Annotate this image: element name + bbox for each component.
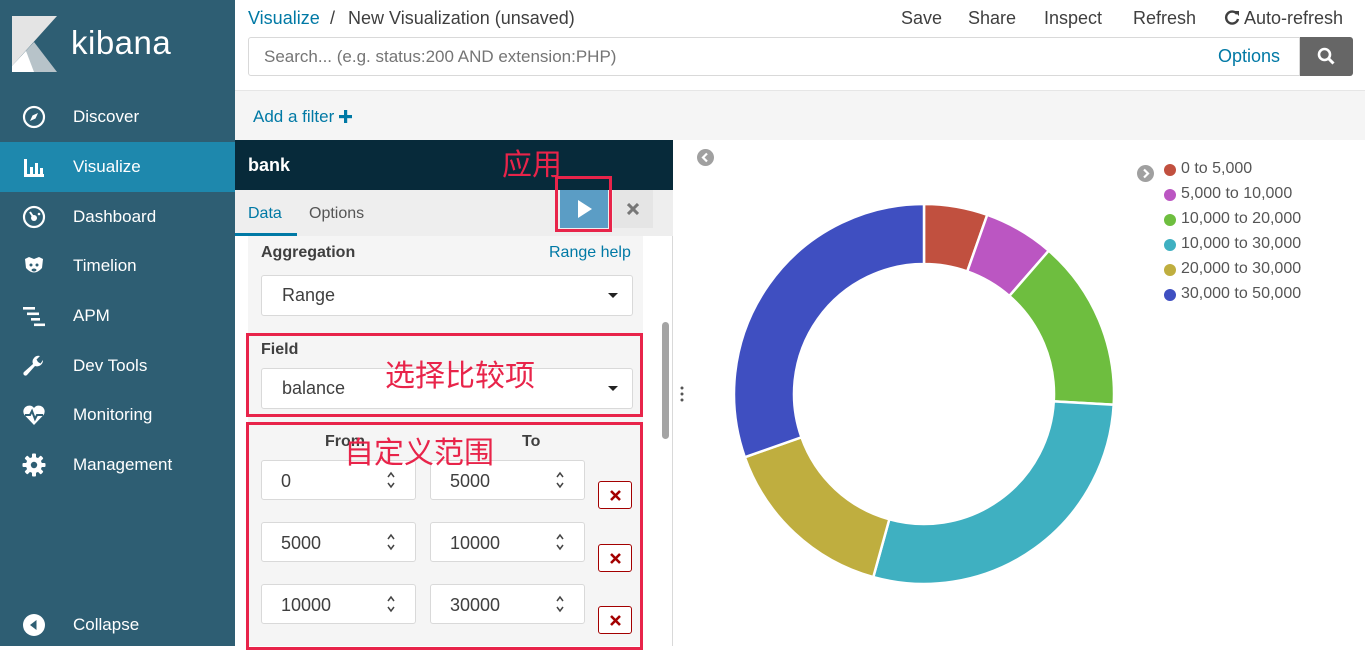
refresh-button[interactable]: Refresh [1133,8,1196,29]
close-icon [627,203,639,215]
auto-refresh-label: Auto-refresh [1244,8,1344,28]
legend-swatch [1164,239,1176,251]
clock-refresh-icon [1225,10,1240,25]
apply-annotation-box [555,176,612,232]
field-annotation-text: 选择比较项 [385,359,535,394]
heartbeat-icon [23,405,45,425]
sidebar-item-label: Timelion [73,256,137,275]
sidebar-item-label: Dev Tools [73,356,148,375]
chevron-right-icon [1143,168,1150,179]
search-submit-button[interactable] [1300,37,1353,76]
sidebar-item-timelion[interactable]: Timelion [0,241,235,291]
sidebar-item-label: Dashboard [73,207,157,226]
range-help-link[interactable]: Range help [549,244,631,262]
sidebar: kibana Discover Visualize Dashboard Time… [0,0,235,646]
sidebar-item-management[interactable]: Management [0,440,235,490]
donut-slice[interactable] [871,400,1116,586]
legend-label: 10,000 to 30,000 [1181,235,1302,252]
aggregation-select[interactable]: Range [261,275,633,316]
donut-slice[interactable] [732,202,926,459]
editor-scrollbar[interactable] [662,322,669,439]
sidebar-item-dev-tools[interactable]: Dev Tools [0,341,235,391]
plus-icon [339,110,352,123]
legend-label: 5,000 to 10,000 [1181,185,1293,202]
page-title: New Visualization (unsaved) [348,8,575,28]
chevron-down-icon [608,293,618,298]
legend-swatch [1164,289,1176,301]
sidebar-item-label: APM [73,306,110,325]
timelion-icon [25,257,43,273]
save-button[interactable]: Save [901,8,942,29]
legend-swatch [1164,214,1176,226]
range-annotation-text: 自定义范围 [344,436,494,471]
brand-name: kibana [71,24,172,61]
discard-changes-button[interactable] [613,190,653,228]
bar-chart-icon [24,159,44,177]
dashboard-gauge-icon [22,205,46,229]
collapse-label: Collapse [73,615,140,634]
tab-data[interactable]: Data [248,205,282,223]
kibana-logo-icon[interactable] [12,16,57,72]
filter-bar: Add a filter [235,90,1365,140]
breadcrumb-visualize-link[interactable]: Visualize [248,8,320,29]
sidebar-item-label: Monitoring [73,405,153,424]
legend-label: 20,000 to 30,000 [1181,260,1302,277]
search-icon [1317,47,1335,65]
search-options-button[interactable]: Options [1218,46,1280,67]
auto-refresh-button[interactable]: Auto-refresh [1224,8,1343,29]
donut-slice[interactable] [743,435,891,579]
visualization-chart-area: 0 to 5,000 5,000 to 10,000 10,000 to 20,… [690,140,1365,646]
chevron-left-icon [701,152,708,163]
inspect-button[interactable]: Inspect [1044,8,1102,29]
legend-label: 30,000 to 50,000 [1181,285,1302,302]
sidebar-item-visualize[interactable]: Visualize [0,142,235,192]
legend-swatch [1164,164,1176,176]
top-nav-bar: Visualize / New Visualization (unsaved) … [235,0,1365,90]
sidebar-item-label: Visualize [73,157,141,176]
aggregation-label: Aggregation [261,244,356,261]
index-pattern-name: bank [248,155,291,175]
tab-options[interactable]: Options [309,205,364,223]
wrench-icon [23,355,44,376]
collapse-arrow-icon [23,614,45,636]
collapse-editor-toggle[interactable] [697,149,714,166]
legend-swatch [1164,264,1176,276]
sidebar-item-apm[interactable]: APM [0,291,235,341]
donut-chart [732,202,1116,586]
panel-resize-handle-icon[interactable] [680,385,684,403]
legend-toggle[interactable] [1137,165,1154,182]
collapse-button[interactable]: Collapse [0,600,235,650]
add-filter-button[interactable]: Add a filter [253,107,352,127]
apply-annotation-text: 应用 [502,148,562,183]
sidebar-item-label: Discover [73,107,140,126]
search-bar: Options [248,37,1300,76]
breadcrumb-separator: / [330,8,336,28]
legend-swatch [1164,189,1176,201]
legend-label: 0 to 5,000 [1181,160,1253,177]
sidebar-item-label: Management [73,455,173,474]
sidebar-item-monitoring[interactable]: Monitoring [0,390,235,440]
add-filter-label: Add a filter [253,107,335,126]
apm-icon [23,307,45,327]
share-button[interactable]: Share [968,8,1016,29]
gear-icon [22,453,46,477]
legend-label: 10,000 to 20,000 [1181,210,1302,227]
aggregation-selected-value: Range [282,285,336,305]
sidebar-item-discover[interactable]: Discover [0,92,235,142]
compass-icon [22,105,46,129]
sidebar-item-dashboard[interactable]: Dashboard [0,192,235,242]
search-input[interactable] [264,47,1164,67]
